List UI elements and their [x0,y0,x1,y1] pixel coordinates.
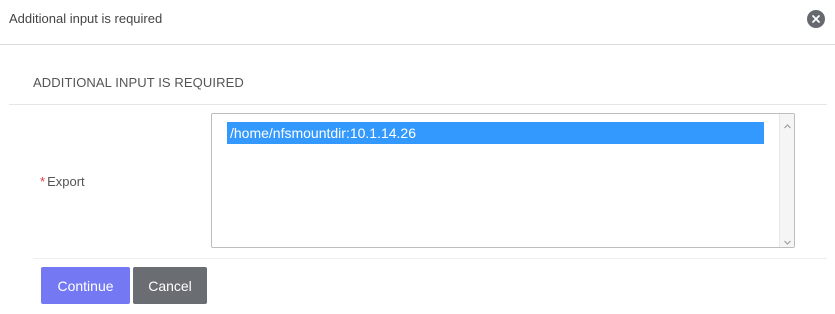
cancel-button[interactable]: Cancel [133,267,207,304]
required-marker: * [40,174,46,189]
close-icon[interactable] [807,10,825,28]
section-title: ADDITIONAL INPUT IS REQUIRED [33,75,244,90]
export-label-text: Export [47,174,85,189]
export-field-label: * Export [40,174,85,189]
continue-button[interactable]: Continue [41,267,130,304]
listbox-scrollbar[interactable] [779,114,794,247]
export-option-selected[interactable]: /home/nfsmountdir:10.1.14.26 [227,122,764,144]
dialog-header: Additional input is required [0,0,835,45]
footer-divider [33,258,827,259]
export-listbox[interactable]: /home/nfsmountdir:10.1.14.26 [211,113,795,248]
additional-input-dialog: Additional input is required ADDITIONAL … [0,0,835,314]
scroll-down-icon[interactable] [783,234,792,245]
section-divider [9,104,827,105]
scroll-up-icon[interactable] [783,118,792,129]
dialog-title: Additional input is required [9,11,163,26]
